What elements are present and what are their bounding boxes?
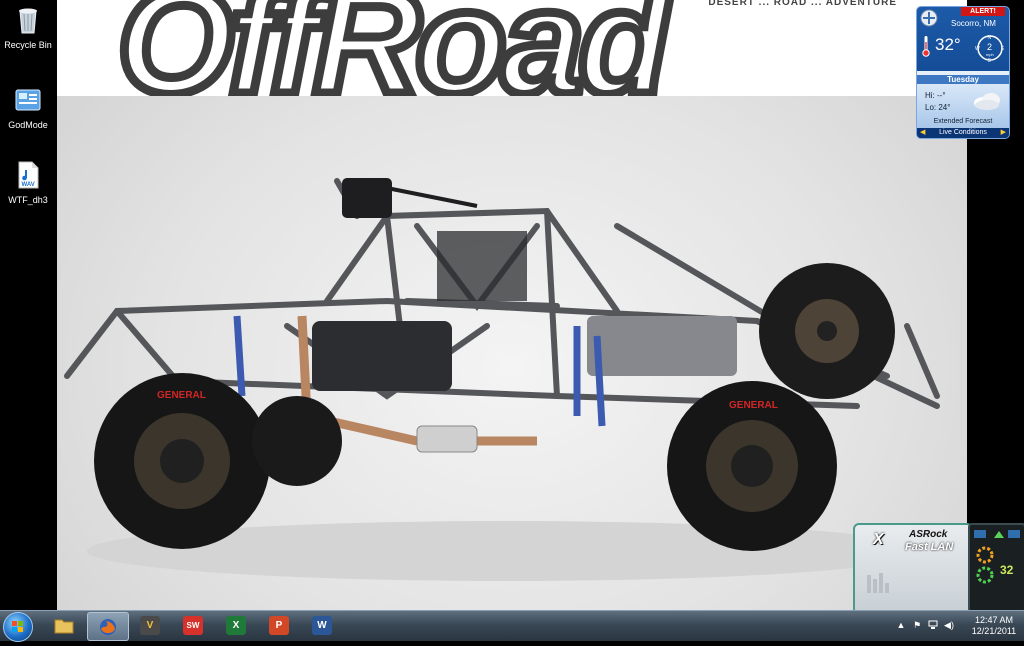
extended-forecast-link[interactable]: Extended Forecast: [917, 118, 1009, 125]
trophy-truck-image: GENERAL GENERAL: [64, 178, 940, 581]
network-graph-icon: [867, 573, 889, 593]
solidworks-icon: SW: [183, 616, 203, 635]
excel-icon: X: [226, 616, 246, 635]
desktop-icon-label: GodMode: [8, 120, 48, 130]
network-icon[interactable]: [928, 620, 938, 630]
compass-n: N: [988, 35, 992, 41]
weather-gadget[interactable]: ALERT! Socorro, NM 32° N S W E 2 mph Tue…: [916, 6, 1010, 139]
desktop-icon-godmode[interactable]: GodMode: [2, 85, 54, 130]
wind-speed: 2: [987, 42, 992, 52]
fastlan-gadget[interactable]: X ASRock Fast LAN: [853, 523, 973, 615]
weather-high: Hi: --°: [925, 91, 946, 100]
recycle-bin-icon: [19, 8, 37, 34]
compass-e: E: [1001, 46, 1005, 52]
prev-arrow-icon[interactable]: ◀: [920, 128, 925, 138]
fastlan-side-panel[interactable]: 32: [968, 523, 1024, 613]
desktop-icon-wtf-dh3[interactable]: WAV WTF_dh3: [2, 160, 54, 205]
fastlan-logo: X: [873, 531, 884, 548]
taskbar-powerpoint[interactable]: P: [259, 612, 299, 639]
taskbar-explorer[interactable]: [44, 612, 84, 639]
cloudy-icon: [974, 93, 1000, 110]
status-ring-icon: [976, 566, 994, 584]
compass-w: W: [975, 46, 980, 52]
word-icon: W: [312, 616, 332, 635]
desktop-icon-label: WTF_dh3: [8, 195, 48, 205]
taskbar-solidworks[interactable]: SW: [173, 612, 213, 639]
clock-time: 12:47 AM: [974, 615, 1014, 625]
firefox-icon: [100, 619, 116, 635]
control-panel-icon: [15, 89, 41, 111]
weather-settings-icon[interactable]: [920, 9, 938, 27]
weather-day: Tuesday: [917, 75, 1009, 84]
desktop-wallpaper: OffRoad DESERT ... ROAD ... ADVENTURE GE…: [57, 0, 967, 610]
clock-date: 12/21/2011: [971, 626, 1017, 636]
thermometer-icon: [922, 36, 930, 57]
action-center-flag-icon[interactable]: ⚑: [912, 620, 922, 630]
svg-text:GENERAL: GENERAL: [729, 400, 778, 411]
taskbar: V SW X P W ▲ ⚑ ◀) 12:47 AM 12/21/2011: [0, 610, 1024, 642]
weather-alert-badge[interactable]: ALERT!: [961, 7, 1005, 16]
menu-tabs-icon[interactable]: [974, 529, 1020, 539]
vegas-pro-icon: V: [140, 616, 160, 635]
weather-forecast-panel: Tuesday Hi: --° Lo: 24° Extended Forecas…: [917, 71, 1009, 129]
magazine-banner: OffRoad DESERT ... ROAD ... ADVENTURE: [57, 0, 967, 96]
fastlan-brand: ASRock: [909, 529, 948, 540]
magazine-tagline: DESERT ... ROAD ... ADVENTURE: [708, 0, 897, 8]
weather-city: Socorro, NM: [951, 19, 996, 28]
wav-badge: WAV: [22, 182, 35, 188]
windows-logo-icon: [12, 621, 23, 632]
taskbar-vegas[interactable]: V: [130, 612, 170, 639]
powerpoint-icon: P: [269, 616, 289, 635]
start-button[interactable]: [3, 612, 33, 642]
magazine-title: OffRoad: [113, 0, 675, 96]
taskbar-word[interactable]: W: [302, 612, 342, 639]
live-conditions-link[interactable]: Live Conditions: [939, 129, 987, 136]
desktop-icon-recycle-bin[interactable]: Recycle Bin: [2, 5, 54, 50]
wav-file-icon: WAV: [18, 161, 39, 189]
weather-temperature: 32°: [935, 35, 961, 54]
wind-unit: mph: [986, 52, 994, 57]
next-arrow-icon[interactable]: ▶: [1001, 128, 1006, 138]
fastlan-counter: 32: [1000, 563, 1014, 577]
activity-ring-icon: [976, 546, 994, 564]
desktop-icon-label: Recycle Bin: [4, 40, 52, 50]
folder-icon: [54, 619, 74, 634]
taskbar-excel[interactable]: X: [216, 612, 256, 639]
wind-compass-icon: N S W E 2 mph: [975, 35, 1005, 63]
svg-text:GENERAL: GENERAL: [157, 390, 206, 401]
taskbar-firefox[interactable]: [87, 612, 129, 641]
taskbar-clock[interactable]: 12:47 AM 12/21/2011: [970, 615, 1018, 637]
volume-icon[interactable]: ◀): [944, 620, 954, 630]
weather-footer: ◀ Live Conditions ▶: [917, 128, 1009, 138]
show-hidden-icons-arrow[interactable]: ▲: [896, 620, 906, 630]
fastlan-name: Fast LAN: [905, 541, 954, 553]
weather-low: Lo: 24°: [925, 103, 951, 112]
